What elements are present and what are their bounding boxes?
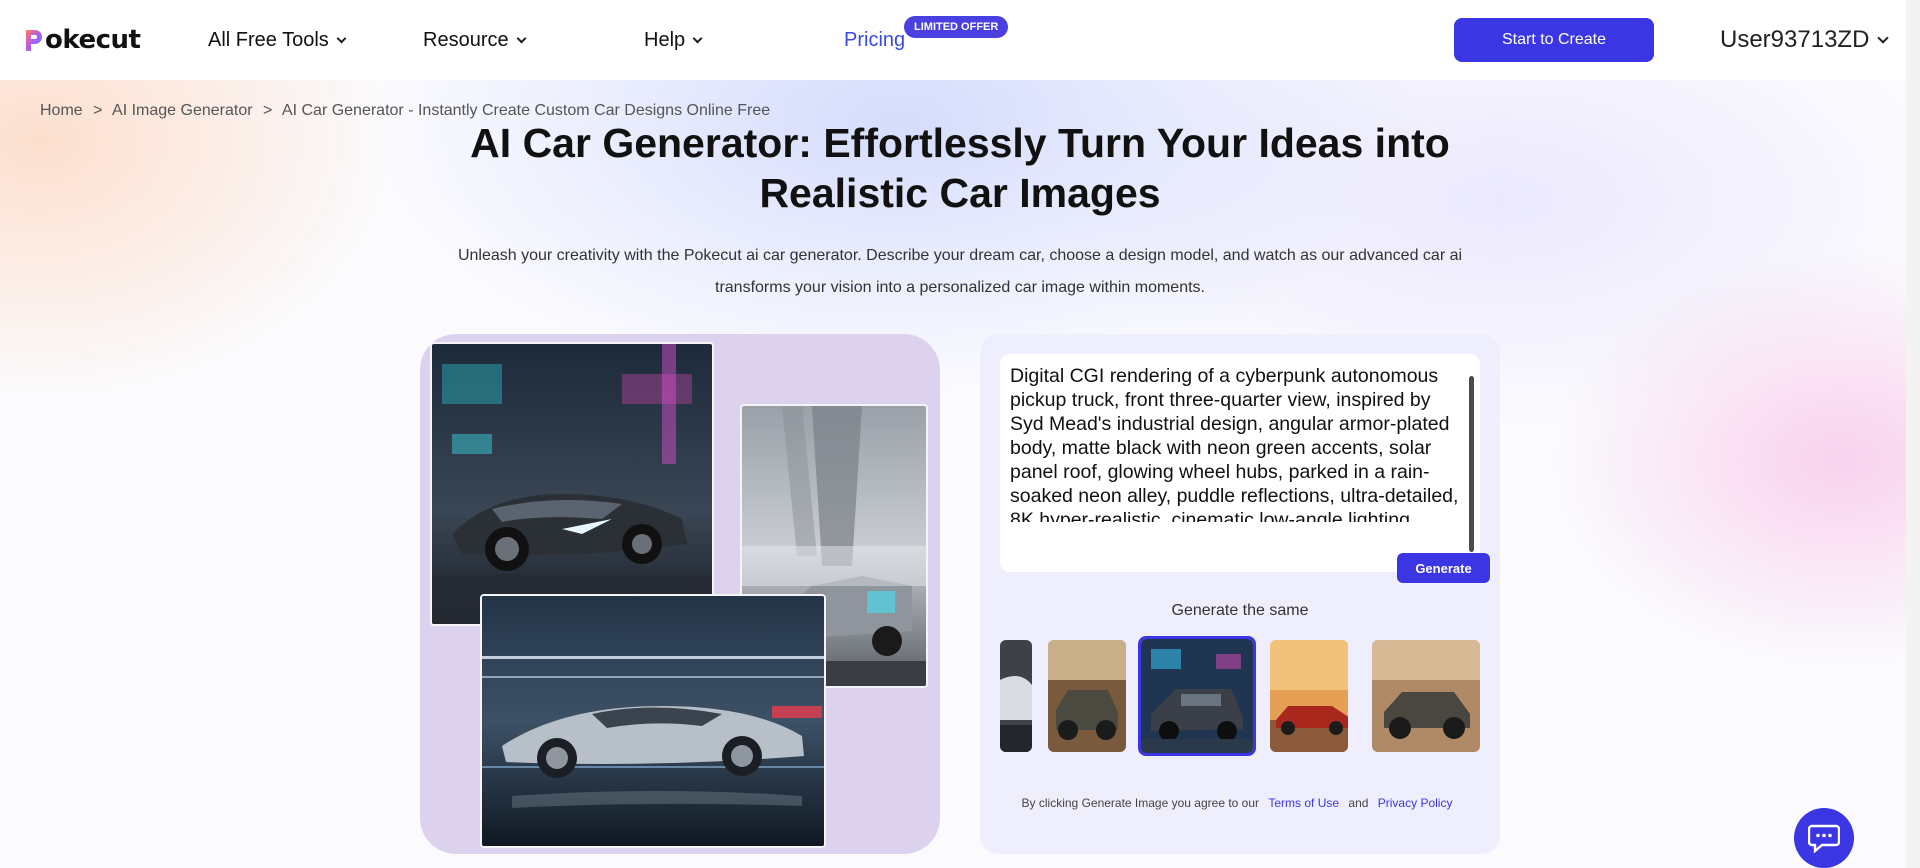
chevron-down-icon (516, 33, 527, 43)
generator-panel: Generate Digital CGI rendering of a cybe… (980, 334, 1500, 854)
start-to-create-button[interactable]: Start to Create (1454, 18, 1654, 62)
chevron-down-icon (1877, 31, 1890, 44)
pokecut-logo[interactable]: okecut (24, 24, 141, 56)
nav-label: All Free Tools (208, 28, 329, 51)
preset-thumbnail-carousel (1000, 636, 1480, 756)
example-image-silver-supercar (480, 594, 826, 848)
nav-help[interactable]: Help (644, 26, 703, 54)
page-subtitle: Unleash your creativity with the Pokecut… (457, 247, 1463, 296)
limited-offer-badge: LIMITED OFFER (904, 16, 1009, 38)
terms-prefix: By clicking Generate Image you agree to … (1021, 796, 1260, 810)
breadcrumb-separator: > (93, 102, 103, 119)
logo-mark-icon (24, 27, 44, 53)
preset-thumbnail-cyber-truck-selected[interactable] (1138, 636, 1256, 756)
title-line-2: Realistic Car Images (759, 170, 1161, 216)
prompt-scrollbar[interactable] (1469, 376, 1474, 552)
chevron-down-icon (692, 33, 703, 43)
nav-pricing[interactable]: Pricing (844, 26, 905, 54)
terms-notice: By clicking Generate Image you agree to … (980, 796, 1500, 810)
preset-thumbnail-partial[interactable] (1000, 640, 1032, 752)
chat-bubble-icon (1808, 824, 1840, 853)
example-image-neon-sports-car (430, 342, 714, 626)
user-account-menu[interactable]: User93713ZD (1720, 24, 1890, 56)
terms-of-use-link[interactable]: Terms of Use (1268, 796, 1339, 810)
page-title: AI Car Generator: Effortlessly Turn Your… (360, 118, 1560, 218)
example-images-showcase (420, 334, 940, 854)
nav-resource[interactable]: Resource (423, 26, 527, 54)
preset-thumbnail-desert-offroader[interactable] (1372, 640, 1480, 752)
chat-support-button[interactable] (1794, 808, 1854, 868)
breadcrumb-current-page: AI Car Generator - Instantly Create Cust… (281, 102, 771, 119)
breadcrumb-ai-image-generator[interactable]: AI Image Generator (112, 102, 253, 119)
preset-thumbnail-sunset-classic-car[interactable] (1270, 640, 1348, 752)
nav-label: Help (644, 28, 686, 51)
terms-and: and (1348, 796, 1369, 810)
chevron-down-icon (336, 33, 347, 43)
username: User93713ZD (1720, 26, 1870, 53)
nav-label: Pricing (844, 28, 906, 51)
preset-thumbnail-offroad-jeep[interactable] (1048, 640, 1126, 752)
logo-text: okecut (45, 25, 141, 55)
breadcrumb-home[interactable]: Home (40, 102, 83, 119)
title-line-1: AI Car Generator: Effortlessly Turn Your… (470, 120, 1450, 166)
privacy-policy-link[interactable]: Privacy Policy (1378, 796, 1453, 810)
breadcrumb-separator: > (263, 102, 273, 119)
generate-button[interactable]: Generate (1397, 553, 1490, 583)
nav-label: Resource (423, 28, 509, 51)
nav-all-free-tools[interactable]: All Free Tools (208, 26, 347, 54)
page-scrollbar[interactable] (1906, 0, 1920, 868)
top-navigation-bar: okecut All Free Tools Resource Help Pric… (0, 0, 1920, 80)
generate-the-same-label: Generate the same (1171, 602, 1309, 619)
prompt-input[interactable]: Digital CGI rendering of a cyberpunk aut… (1010, 364, 1460, 522)
